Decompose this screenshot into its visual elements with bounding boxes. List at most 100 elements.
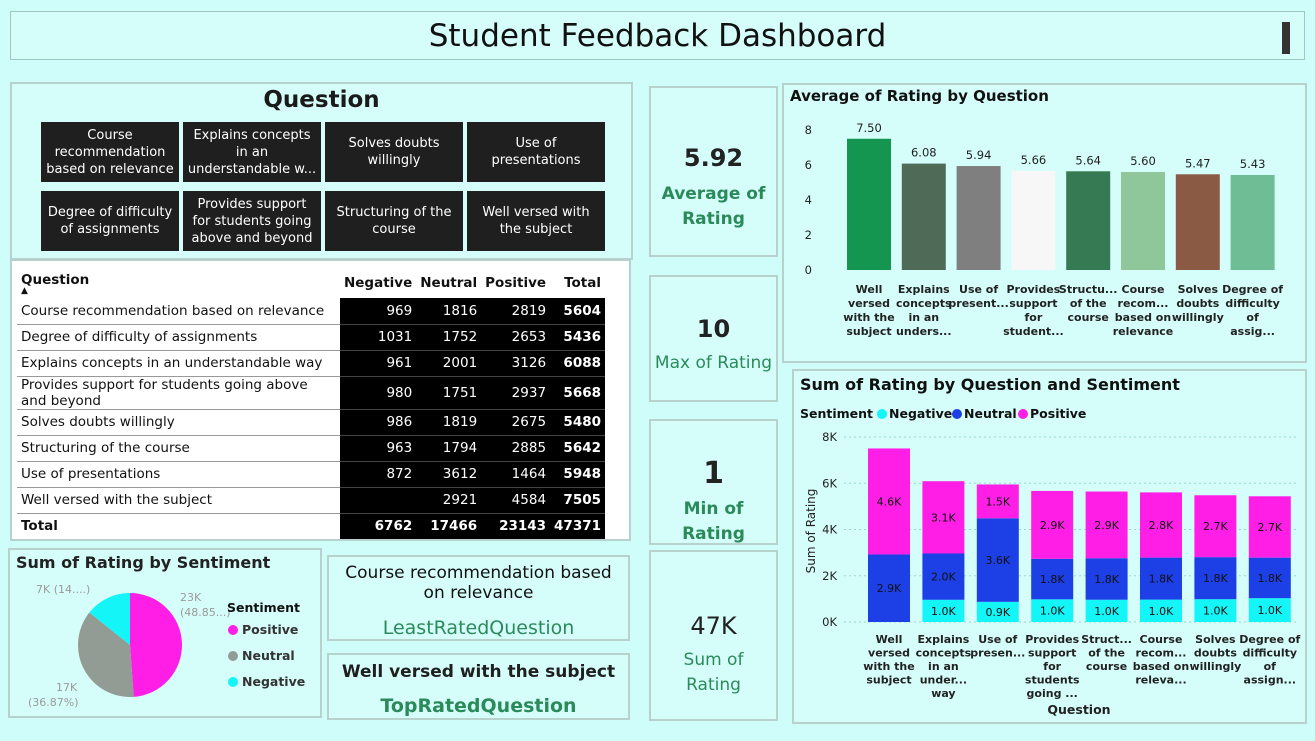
- bar[interactable]: [1230, 174, 1275, 270]
- legend-marker-icon: [228, 677, 238, 687]
- bar-value-label: 6.08: [911, 146, 937, 160]
- cell-value: 963: [339, 435, 417, 462]
- segment-value-label: 1.0K: [1040, 605, 1065, 618]
- table-row[interactable]: Provides support for students going abov…: [17, 376, 605, 410]
- slicer-header: Question: [263, 87, 380, 113]
- bar[interactable]: [847, 138, 891, 270]
- table-row[interactable]: Use of presentations 872 3612 1464 5948: [17, 461, 605, 488]
- slicer-tile[interactable]: Structuring of the course: [325, 191, 463, 251]
- bar[interactable]: [1066, 171, 1111, 270]
- slicer-tile[interactable]: Use of presentations: [467, 122, 605, 182]
- table-row[interactable]: Solves doubts willingly 986 1819 2675 5480: [17, 409, 605, 436]
- kpi-min-card: 1 Min of Rating: [649, 419, 778, 545]
- legend-marker-icon: [1018, 409, 1028, 419]
- row-label: Structuring of the course: [17, 435, 340, 462]
- column-header-negative[interactable]: Negative: [340, 267, 416, 298]
- stack-legend-item[interactable]: Positive: [1030, 406, 1086, 421]
- x-tick-label: Solves doubts willingly: [1172, 283, 1224, 324]
- cell-value: 2885: [481, 435, 551, 462]
- cell-value: 3126: [481, 350, 551, 377]
- segment-value-label: 1.8K: [1203, 572, 1228, 585]
- legend-marker-icon: [877, 409, 887, 419]
- x-tick-label: Explains concepts in an under... way: [916, 633, 972, 700]
- slicer-tile[interactable]: Course recommendation based on relevance: [41, 122, 179, 182]
- segment-value-label: 2.7K: [1257, 521, 1282, 534]
- cell-value: [339, 487, 417, 514]
- y-tick-label: 8K: [822, 430, 837, 444]
- slicer-tile[interactable]: Explains concepts in an understandable w…: [183, 122, 321, 182]
- sentiment-stacked-chart: Sentiment Negative Neutral Positive 0K 2K 4K 6K…: [800, 406, 1301, 717]
- pie-legend-item[interactable]: Positive: [242, 622, 298, 637]
- segment-value-label: 1.0K: [1203, 605, 1228, 618]
- bar[interactable]: [956, 166, 1001, 270]
- slicer-tile[interactable]: Solves doubts willingly: [325, 122, 463, 182]
- row-label: Degree of difficulty of assignments: [17, 324, 340, 351]
- least-rated-value: Course recommendation based on relevance: [345, 563, 612, 603]
- kpi-average-card: 5.92 Average of Rating: [649, 86, 778, 257]
- pie-legend-title: Sentiment: [227, 600, 300, 615]
- row-label: Provides support for students going abov…: [17, 376, 340, 410]
- legend-marker-icon: [952, 409, 962, 419]
- stack-legend-item[interactable]: Negative: [889, 406, 952, 421]
- bar-value-label: 5.43: [1240, 157, 1266, 171]
- row-label: Total: [21, 518, 58, 535]
- x-tick-label: Well versed with the subject: [863, 633, 914, 687]
- table-total-row[interactable]: Total 6762 17466 23143 47371: [17, 513, 605, 539]
- resize-handle[interactable]: [1282, 22, 1290, 54]
- column-header-positive[interactable]: Positive: [481, 267, 550, 298]
- cell-value: 23143: [481, 513, 551, 539]
- column-header-neutral[interactable]: Neutral: [416, 267, 481, 298]
- column-header-question[interactable]: Question ▲: [17, 267, 340, 298]
- pie-legend-item[interactable]: Neutral: [242, 648, 295, 663]
- kpi-max-label: Max of Rating: [654, 353, 773, 373]
- cell-value: 1816: [416, 298, 482, 325]
- top-rated-value: Well versed with the subject: [341, 662, 616, 682]
- slicer-tile[interactable]: Well versed with the subject: [467, 191, 605, 251]
- x-tick-label: Structu... of the course: [1059, 283, 1118, 324]
- table-row[interactable]: Structuring of the course 963 1794 2885 5642: [17, 435, 605, 462]
- table-row[interactable]: Well versed with the subject 2921 4584 7505: [17, 487, 605, 514]
- sort-arrow-icon[interactable]: ▲: [21, 286, 336, 295]
- bar-value-label: 5.47: [1185, 156, 1211, 170]
- slicer-tile[interactable]: Degree of difficulty of assignments: [41, 191, 179, 251]
- cell-value: 6088: [550, 350, 605, 377]
- cell-value: 3612: [416, 461, 482, 488]
- row-label: Use of presentations: [17, 461, 340, 488]
- cell-value: 5948: [550, 461, 605, 488]
- column-header-total[interactable]: Total: [550, 267, 605, 298]
- slicer-tile[interactable]: Provides support for students going abov…: [183, 191, 321, 251]
- bar-value-label: 5.64: [1075, 153, 1101, 167]
- segment-value-label: 1.8K: [1040, 573, 1065, 586]
- segment-value-label: 0.9K: [985, 606, 1010, 619]
- segment-value-label: 1.8K: [1257, 572, 1282, 585]
- cell-value: 1794: [416, 435, 482, 462]
- y-tick-label: 2K: [822, 569, 837, 583]
- bar[interactable]: [1175, 174, 1220, 270]
- cell-value: 2675: [481, 409, 551, 436]
- row-label: Explains concepts in an understandable w…: [17, 350, 340, 377]
- bar[interactable]: [901, 163, 946, 270]
- cell-value: 4584: [481, 487, 551, 514]
- bar-value-label: 7.50: [856, 121, 882, 135]
- segment-value-label: 4.6K: [877, 495, 902, 508]
- table-row[interactable]: Course recommendation based on relevance…: [17, 298, 605, 325]
- cell-value: 5604: [550, 298, 605, 325]
- stack-legend-item[interactable]: Neutral: [964, 406, 1017, 421]
- sentiment-stacked-chart-panel: Sum of Rating by Question and Sentiment …: [792, 369, 1307, 724]
- y-tick-label: 4K: [822, 523, 837, 537]
- x-tick-label: Use of present...: [948, 283, 1008, 310]
- least-rated-label: LeastRatedQuestion: [382, 617, 575, 639]
- cell-value: 1819: [416, 409, 482, 436]
- table-row[interactable]: Degree of difficulty of assignments 1031 1…: [17, 324, 605, 351]
- bar[interactable]: [1121, 172, 1165, 270]
- x-tick-label: Course recom... based on releva...: [1133, 633, 1189, 687]
- table-row[interactable]: Explains concepts in an understandable w…: [17, 350, 605, 377]
- kpi-max-card: 10 Max of Rating: [649, 275, 778, 402]
- bar[interactable]: [1011, 170, 1056, 270]
- kpi-sum-value: 47K: [690, 612, 737, 640]
- x-axis-label: Question: [1047, 702, 1110, 717]
- pie-data-label: (36.87%): [28, 696, 79, 709]
- cell-value: 1464: [481, 461, 551, 488]
- top-rated-card: Well versed with the subject TopRatedQue…: [327, 653, 630, 720]
- pie-legend-item[interactable]: Negative: [242, 674, 305, 689]
